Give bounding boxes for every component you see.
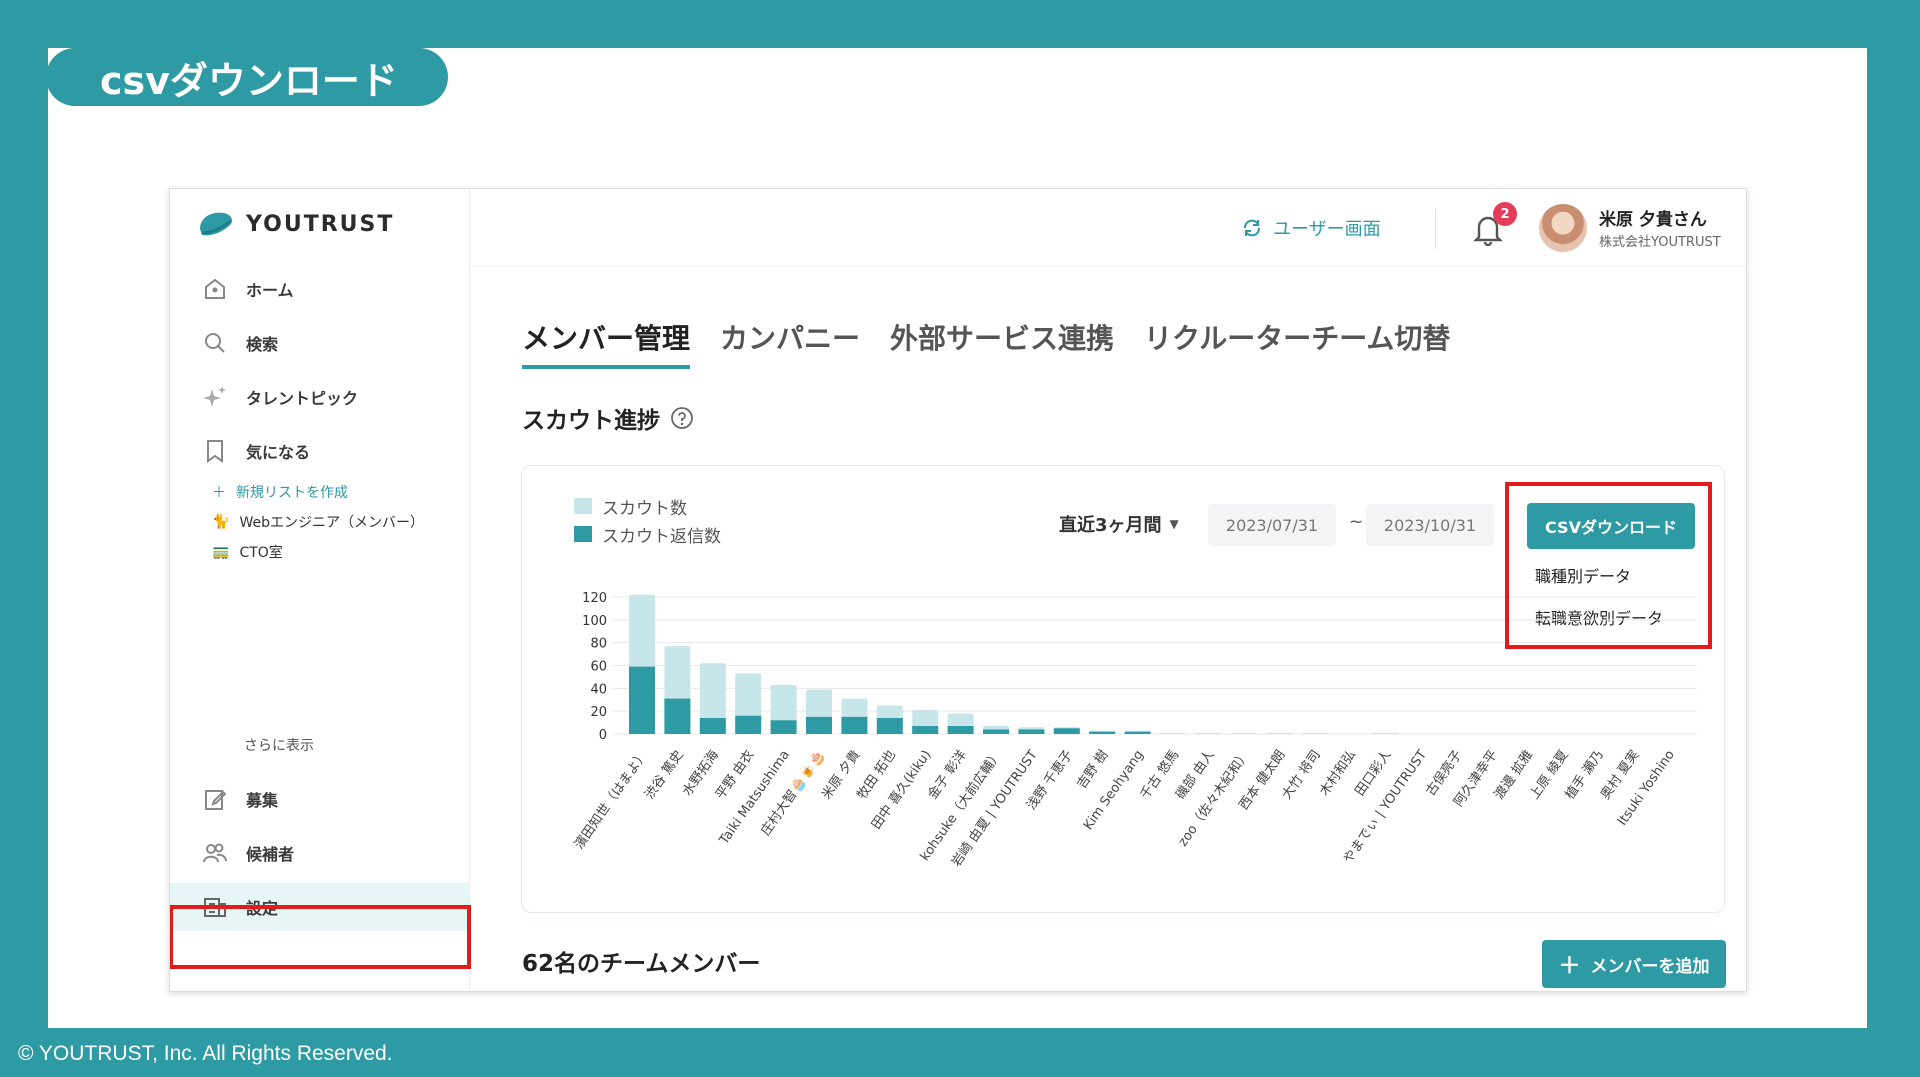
x-tick-label: 吉野 樹 [1074,748,1111,792]
sidebar-item-label: 候補者 [246,845,295,864]
tab-external-services[interactable]: 外部サービス連携 [890,317,1114,369]
bar-scout-count [1372,732,1399,734]
new-list-link[interactable]: ＋ 新規リストを作成 [212,482,348,502]
sidebar-item-label: 気になる [246,443,311,462]
bar-scout-count [1195,732,1222,734]
copyright: © YOUTRUST, Inc. All Rights Reserved. [18,1042,393,1065]
y-tick-label: 100 [582,614,607,629]
search-icon [205,333,225,353]
people-icon [203,843,227,863]
help-icon[interactable] [670,406,694,430]
bar-scout-reply [1018,729,1045,734]
list-item-web-engineer[interactable]: 🐈 Webエンジニア（メンバー） [212,512,424,532]
y-tick-label: 60 [590,660,607,675]
building-icon [204,898,226,917]
sidebar-item-candidates[interactable]: 候補者 [170,829,470,877]
bar-scout-reply [876,718,903,734]
sidebar-item-bookmarks[interactable]: 気になる [170,427,470,475]
bar-scout-reply [735,715,762,734]
avatar[interactable] [1539,204,1587,252]
list-item-cto[interactable]: 🚃 CTO室 [212,542,283,562]
app-window: YOUTRUST ホーム 検索 タレントピック 気になる ＋ 新規リストを作成 … [169,188,1747,992]
list-label: CTO室 [239,545,283,561]
user-name: 米原 夕貴さん [1599,210,1707,230]
section-title: スカウト進捗 [522,401,694,435]
cat-emoji-icon: 🐈 [212,514,230,530]
user-company: 株式会社YOUTRUST [1599,235,1721,250]
sidebar-item-search[interactable]: 検索 [170,319,470,367]
user-view-link[interactable]: ユーザー画面 [1241,215,1381,241]
bar-scout-reply [770,720,797,734]
tab-member-management[interactable]: メンバー管理 [522,317,691,369]
sidebar-item-label: 設定 [246,899,279,918]
bookmark-icon [207,440,223,463]
add-member-label: メンバーを追加 [1590,956,1710,977]
y-tick-label: 80 [590,637,607,652]
sidebar-item-label: タレントピック [246,389,359,408]
bar-scout-reply [664,698,691,734]
bar-scout-reply [1089,731,1116,734]
bar-scout-count [1160,732,1186,734]
bar-scout-reply [947,726,974,734]
members-title: 62名のチームメンバー [522,951,761,977]
add-member-button[interactable]: ＋ メンバーを追加 [1542,940,1726,988]
top-bar: ユーザー画面 2 米原 夕貴さん 株式会社YOUTRUST [470,189,1746,267]
scout-bar-chart: 020406080100120濱田知世（はまよ）渋谷 篤史水野拓海平野 由衣Ta… [571,591,1697,870]
y-tick-label: 40 [590,682,607,697]
new-list-label: 新規リストを作成 [236,485,348,501]
section-title-text: スカウト進捗 [522,408,660,434]
tab-recruiter-team-switch[interactable]: リクルーターチーム切替 [1144,317,1450,369]
slide-title: csvダウンロード [46,48,448,106]
bar-scout-reply [983,729,1009,734]
sidebar-item-label: 検索 [246,335,279,354]
sidebar-item-talent-pick[interactable]: タレントピック [170,373,470,421]
user-view-label: ユーザー画面 [1273,219,1381,240]
edit-icon [205,790,227,810]
divider [1435,209,1436,249]
bar-scout-reply [1124,731,1151,734]
bar-scout-reply [699,718,726,734]
plus-icon: ＋ [212,485,226,501]
y-tick-label: 20 [590,705,607,720]
x-tick-label: 濱田知世（はまよ） [571,747,651,852]
bar-scout-count [1301,732,1328,734]
sidebar: YOUTRUST ホーム 検索 タレントピック 気になる ＋ 新規リストを作成 … [170,189,470,991]
logo-text: YOUTRUST [246,211,395,237]
sidebar-item-label: 募集 [246,791,279,810]
sparkle-icon [203,386,226,407]
home-icon [205,278,225,299]
bar-scout-count [1230,732,1257,734]
bar-scout-reply [841,716,868,734]
sidebar-item-settings[interactable]: 設定 [170,883,470,931]
bar-scout-reply [1053,728,1080,734]
list-label: Webエンジニア（メンバー） [239,515,424,531]
sidebar-item-recruiting[interactable]: 募集 [170,775,470,823]
notification-badge: 2 [1493,202,1517,226]
tab-company[interactable]: カンパニー [720,317,860,369]
refresh-icon [1244,219,1260,237]
show-more-link[interactable]: さらに表示 [244,735,314,755]
scout-chart-card: スカウト数 スカウト返信数 直近3ヶ月間 ▼ 2023/07/31 ~ 2023… [521,465,1725,913]
bar-scout-reply [629,666,655,734]
tram-emoji-icon: 🚃 [212,544,230,560]
y-tick-label: 0 [599,728,607,743]
logo[interactable]: YOUTRUST [196,207,394,241]
plus-icon: ＋ [1558,954,1581,979]
bar-scout-count [1266,732,1293,734]
bar-scout-reply [912,726,939,734]
sidebar-item-label: ホーム [246,281,294,300]
y-tick-label: 120 [582,591,607,606]
bar-scout-reply [806,716,832,734]
tabs: メンバー管理 カンパニー 外部サービス連携 リクルーターチーム切替 [522,317,1450,369]
youtrust-logo-icon [200,212,232,236]
sidebar-item-home[interactable]: ホーム [170,265,470,313]
